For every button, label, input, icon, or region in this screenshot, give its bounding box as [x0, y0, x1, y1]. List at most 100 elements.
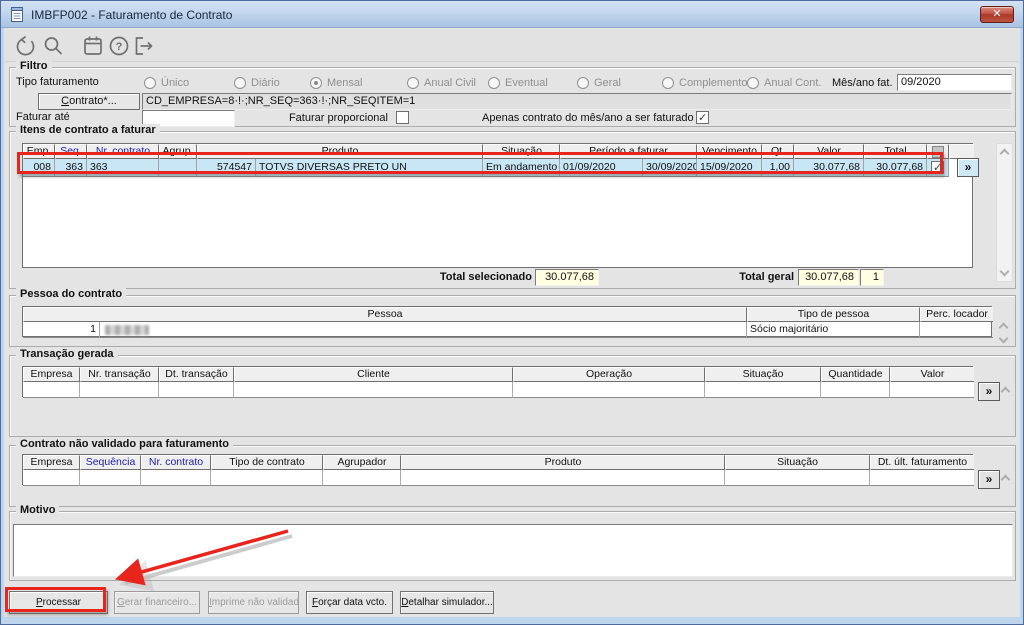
cell-perc-locador: [920, 322, 993, 338]
radio-eventual-label: Eventual: [505, 77, 548, 89]
nao-validado-expand-button[interactable]: »: [978, 470, 1000, 489]
cell-vencimento: 15/09/2020: [697, 159, 762, 177]
processar-button[interactable]: Processar: [9, 591, 108, 614]
radio-unico-label: Único: [161, 77, 190, 89]
gerar-financeiro-button[interactable]: Gerar financeiro...: [114, 591, 200, 614]
cell-select: [927, 159, 949, 177]
col-n-dt-ult-faturamento[interactable]: Dt. últ. faturamento: [870, 455, 974, 470]
help-icon[interactable]: ?: [107, 34, 131, 58]
itens-expand-button[interactable]: »: [957, 158, 979, 177]
radio-anual-cont[interactable]: [747, 77, 759, 89]
tipo-faturamento-label: Tipo faturamento: [16, 76, 99, 88]
mes-ano-label: Mês/ano fat.: [832, 77, 893, 89]
col-n-sequencia[interactable]: Sequência: [80, 455, 141, 470]
scroll-down-icon[interactable]: [1000, 268, 1009, 277]
col-t-operacao[interactable]: Operação: [513, 367, 705, 382]
row-checkbox[interactable]: [931, 161, 944, 174]
col-t-situacao[interactable]: Situação: [705, 367, 821, 382]
pessoa-scroll-up-icon[interactable]: [999, 322, 1008, 331]
col-n-nr-contrato[interactable]: Nr. contrato: [141, 455, 211, 470]
motivo-textarea[interactable]: [13, 524, 1013, 577]
nao-validado-group-title: Contrato não validado para faturamento: [16, 438, 234, 450]
col-t-dt-transacao[interactable]: Dt. transação: [159, 367, 234, 382]
itens-grid: Emp. Seq. Nr. contrato Agrup. Produto Si…: [22, 143, 974, 268]
col-qt[interactable]: Qt.: [762, 144, 794, 159]
radio-mensal[interactable]: [310, 77, 322, 89]
exit-icon[interactable]: [131, 34, 155, 58]
contrato-filter-field[interactable]: CD_EMPRESA=8·!·;NR_SEQ=363·!·;NR_SEQITEM…: [142, 93, 1012, 110]
col-total[interactable]: Total: [864, 144, 927, 159]
cell-seq: 363: [55, 159, 87, 177]
col-t-quantidade[interactable]: Quantidade: [821, 367, 890, 382]
col-n-produto[interactable]: Produto: [401, 455, 725, 470]
col-nr-contrato[interactable]: Nr. contrato: [87, 144, 159, 159]
close-button[interactable]: ✕: [980, 6, 1014, 23]
calendar-icon[interactable]: [81, 34, 105, 58]
nao-validado-grid: Empresa Sequência Nr. contrato Tipo de c…: [22, 454, 974, 486]
pessoa-grid: Pessoa Tipo de pessoa Perc. locador 1 Só…: [22, 306, 993, 338]
radio-geral-label: Geral: [594, 77, 621, 89]
radio-anual-civil[interactable]: [407, 77, 419, 89]
faturar-proporcional-checkbox[interactable]: [396, 111, 409, 124]
col-situacao[interactable]: Situação: [483, 144, 560, 159]
col-seq[interactable]: Seq.: [55, 144, 87, 159]
col-t-valor[interactable]: Valor: [890, 367, 974, 382]
contrato-button[interactable]: Contrato*...: [38, 93, 140, 110]
radio-complemento-label: Complemento: [679, 77, 748, 89]
col-n-situacao[interactable]: Situação: [725, 455, 870, 470]
col-pessoa[interactable]: Pessoa: [23, 307, 747, 322]
radio-eventual[interactable]: [488, 77, 500, 89]
cell-emp: 008: [23, 159, 55, 177]
title-bar: IMBFP002 - Faturamento de Contrato ✕: [1, 1, 1023, 28]
cell-total: 30.077,68: [864, 159, 927, 177]
cell-valor: 30.077,68: [794, 159, 864, 177]
col-produto[interactable]: Produto: [197, 144, 483, 159]
imprime-nao-validado-button[interactable]: Imprime não validado: [208, 591, 299, 614]
col-t-cliente[interactable]: Cliente: [234, 367, 513, 382]
col-valor[interactable]: Valor: [794, 144, 864, 159]
total-selecionado-value: 30.077,68: [535, 269, 599, 286]
itens-scrollbar[interactable]: [996, 143, 1013, 282]
search-icon[interactable]: [41, 34, 65, 58]
window-title: IMBFP002 - Faturamento de Contrato: [31, 8, 233, 22]
total-geral-value: 30.077,68: [798, 269, 859, 286]
col-periodo[interactable]: Período a faturar: [560, 144, 697, 159]
forcar-data-vcto-button[interactable]: Forçar data vcto.: [306, 591, 393, 614]
transacao-group: Transação gerada Empresa Nr. transação D…: [9, 348, 1016, 437]
col-select-all[interactable]: [927, 144, 949, 159]
pessoa-scroll-down-icon[interactable]: [999, 335, 1008, 344]
col-emp[interactable]: Emp.: [23, 144, 55, 159]
col-n-agrupador[interactable]: Agrupador: [323, 455, 401, 470]
nao-validado-scroll-up-icon[interactable]: [1001, 474, 1010, 483]
detalhar-simulador-button[interactable]: Detalhar simulador...: [400, 591, 494, 614]
pessoa-group: Pessoa do contrato Pessoa Tipo de pessoa…: [9, 288, 1016, 347]
col-n-empresa[interactable]: Empresa: [23, 455, 80, 470]
scroll-up-icon[interactable]: [1000, 148, 1009, 157]
motivo-group-title: Motivo: [16, 504, 60, 516]
radio-mensal-label: Mensal: [327, 77, 363, 89]
radio-geral[interactable]: [577, 77, 589, 89]
mes-ano-input[interactable]: 09/2020: [897, 74, 1012, 91]
col-t-empresa[interactable]: Empresa: [23, 367, 80, 382]
col-perc-locador[interactable]: Perc. locador: [920, 307, 993, 322]
transacao-expand-button[interactable]: »: [978, 382, 1000, 401]
radio-unico[interactable]: [144, 77, 156, 89]
itens-group: Itens de contrato a faturar Emp. Seq. Nr…: [9, 124, 1016, 289]
cell-periodo-inicio: 01/09/2020: [560, 159, 643, 177]
radio-diario[interactable]: [234, 77, 246, 89]
cell-pessoa-nome: [100, 322, 747, 338]
col-n-tipo-contrato[interactable]: Tipo de contrato: [211, 455, 323, 470]
radio-anual-cont-label: Anual Cont.: [764, 77, 822, 89]
transacao-scroll-up-icon[interactable]: [1001, 386, 1010, 395]
radio-complemento[interactable]: [662, 77, 674, 89]
col-tipo-pessoa[interactable]: Tipo de pessoa: [747, 307, 920, 322]
filtro-group: Filtro Tipo faturamento Único Diário Men…: [9, 60, 1016, 127]
apenas-contrato-checkbox[interactable]: [696, 111, 709, 124]
col-t-nr-transacao[interactable]: Nr. transação: [80, 367, 159, 382]
select-all-checkbox[interactable]: [932, 146, 944, 158]
col-vencimento[interactable]: Vencimento: [697, 144, 762, 159]
col-agrup[interactable]: Agrup.: [159, 144, 197, 159]
undo-icon[interactable]: [13, 34, 37, 58]
pessoa-group-title: Pessoa do contrato: [16, 288, 127, 300]
faturar-proporcional-label: Faturar proporcional: [288, 112, 388, 124]
